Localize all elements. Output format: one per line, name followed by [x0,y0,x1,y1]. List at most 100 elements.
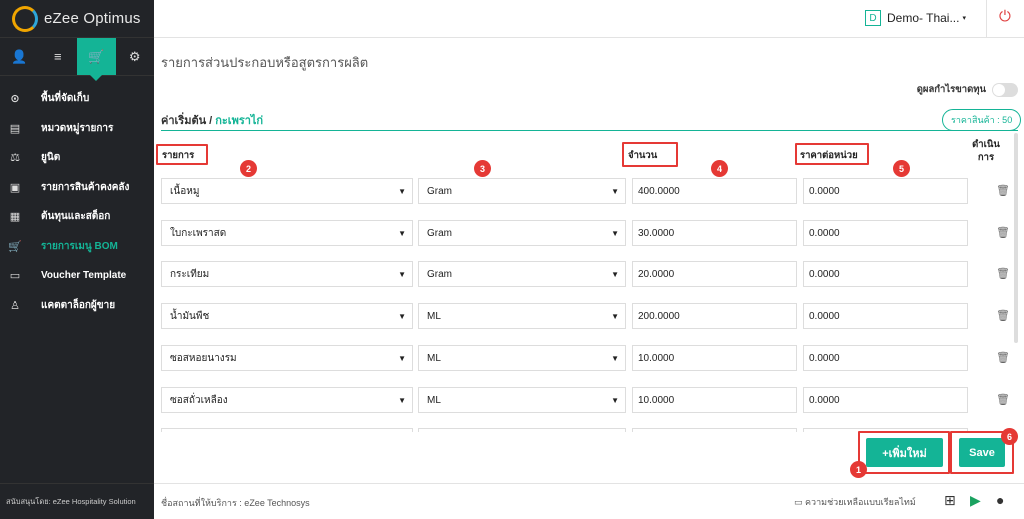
property-badge: D [865,10,881,26]
item-select[interactable] [161,428,413,432]
logo[interactable]: eZee Optimus [0,0,154,38]
item-value: เนื้อหมู [170,185,200,197]
column-header-action: ดำเนิน การ [972,139,1000,163]
qty-input[interactable]: 10.0000 [632,387,797,413]
sidebar-item-storage-area[interactable]: ⊙ พื้นที่จัดเก็บ [0,84,154,114]
unit-select[interactable]: ML ▼ [418,387,626,413]
trash-icon[interactable]: 🗑 [996,267,1010,280]
profit-loss-toggle[interactable] [992,82,1018,97]
add-new-button[interactable]: +เพิ่มใหม่ [866,438,943,467]
sidebar-item-inventory[interactable]: ▣ รายการสินค้าคงคลัง [0,173,154,203]
unit-price-input[interactable]: 0.0000 [803,387,968,413]
sidebar-item-voucher-template[interactable]: ▭ Voucher Template [0,261,154,291]
trash-icon[interactable]: 🗑 [996,351,1010,364]
caret-down-icon: ▼ [611,269,619,279]
sidebar-item-cost-stock[interactable]: ▦ ต้นทุนและสต็อก [0,202,154,232]
item-value: กระเทียม [170,268,210,280]
trash-icon[interactable]: 🗑 [996,309,1010,322]
property-selector[interactable]: D Demo- Thai... ▾ [865,10,966,26]
ingredient-table: เนื้อหมู ▼ Gram ▼ 400.0000 0.0000 🗑 ใบกะเพ… [154,172,1014,432]
trash-icon[interactable]: 🗑 [996,226,1010,239]
unit-select[interactable]: Gram ▼ [418,178,626,204]
item-select[interactable]: ใบกะเพราสด ▼ [161,220,413,246]
realtime-help-link[interactable]: ▭ ความช่วยเหลือแบบเรียลไทม์ [794,495,916,509]
sidebar-item-categories[interactable]: ▤ หมวดหมู่รายการ [0,114,154,144]
trash-icon[interactable]: 🗑 [996,393,1010,406]
highlight-unit-price-header [795,143,869,165]
unit-price-input[interactable]: 0.0000 [803,261,968,287]
sidebar-item-label: ยูนิต [41,152,61,164]
unit-select[interactable] [418,428,626,432]
logo-text: eZee Optimus [44,10,141,27]
sidebar-item-label: Voucher Template [41,270,127,282]
item-value: น้ำมันพืช [170,310,210,322]
item-select[interactable]: กระเทียม ▼ [161,261,413,287]
breadcrumb: ค่าเริ่มต้น / กะเพราไก่ [161,111,263,129]
caret-down-icon: ▼ [398,186,406,196]
person-icon: ♙ [10,299,20,312]
item-select[interactable]: ซอสหอยนางรม ▼ [161,345,413,371]
caret-down-icon: ▼ [611,186,619,196]
store-icon: 🛒 [88,48,105,64]
sidebar-item-units[interactable]: ⚖ ยูนิต [0,143,154,173]
item-select[interactable]: เนื้อหมู ▼ [161,178,413,204]
price-badge: ราคาสินค้า : 50 [942,109,1022,131]
sidebar-menu: ⊙ พื้นที่จัดเก็บ ▤ หมวดหมู่รายการ ⚖ ยูนิต ▣… [0,84,154,320]
scrollbar[interactable] [1014,133,1018,343]
power-icon[interactable]: ⏻ [999,8,1011,25]
qty-input[interactable]: 200.0000 [632,303,797,329]
sidebar-item-label: พื้นที่จัดเก็บ [41,93,90,105]
unit-select[interactable]: Gram ▼ [418,220,626,246]
toggle-label: ดูผลกำไรขาดทุน [916,84,986,95]
apple-icon[interactable]: ● [996,492,1004,508]
list-icon: ▤ [9,122,21,135]
breadcrumb-root[interactable]: ค่าเริ่มต้น / [161,115,212,127]
unit-price-input[interactable]: 0.0000 [803,345,968,371]
unit-price-input[interactable]: 0.0000 [803,178,968,204]
windows-icon[interactable]: ⊞ [944,492,956,509]
tab-store[interactable]: 🛒 [77,38,116,81]
gear-icon: ⚙ [128,48,141,64]
caret-down-icon: ▼ [398,228,406,238]
annotation-badge-6: 6 [1001,428,1018,445]
qty-input[interactable] [632,428,797,432]
qty-input[interactable]: 30.0000 [632,220,797,246]
play-store-icon[interactable]: ▶ [970,492,981,509]
sidebar-item-vendor-catalog[interactable]: ♙ แคตตาล็อกผู้ขาย [0,291,154,321]
qty-input[interactable]: 400.0000 [632,178,797,204]
sidebar-footer: สนับสนุนโดย: eZee Hospitality Solution [0,483,154,519]
item-value: ซอสถั่วเหลือง [170,394,228,406]
unit-value: Gram [427,185,452,197]
topbar: D Demo- Thai... ▾ ⏻ [154,0,1024,38]
main-content: รายการส่วนประกอบหรือสูตรการผลิต ดูผลกำไร… [154,38,1024,483]
item-select[interactable]: ซอสถั่วเหลือง ▼ [161,387,413,413]
unit-price-input[interactable]: 0.0000 [803,303,968,329]
qty-input[interactable]: 10.0000 [632,345,797,371]
sidebar: eZee Optimus 👤 ≡ 🛒 ⚙ ⊙ พื้นที่จัดเก็บ ▤ หม… [0,0,154,519]
unit-value: Gram [427,227,452,239]
footer: ชื่อสถานที่ให้บริการ : eZee Technosys ▭ … [154,483,1024,519]
table-row: ซอสถั่วเหลือง ▼ ML ▼ 10.0000 0.0000 🗑 [154,387,1014,413]
tab-user[interactable]: 👤 [0,38,39,75]
trash-icon[interactable]: 🗑 [996,184,1010,197]
caret-down-icon: ▼ [398,353,406,363]
tab-menu[interactable]: ≡ [39,38,78,75]
item-select[interactable]: น้ำมันพืช ▼ [161,303,413,329]
divider [986,0,987,38]
unit-select[interactable]: ML ▼ [418,345,626,371]
unit-select[interactable]: Gram ▼ [418,261,626,287]
tab-settings[interactable]: ⚙ [116,38,155,75]
sidebar-item-label: ต้นทุนและสต็อก [41,211,111,223]
unit-price-input[interactable]: 0.0000 [803,220,968,246]
save-button[interactable]: Save [959,438,1005,467]
sidebar-item-label: รายการสินค้าคงคลัง [41,181,130,193]
annotation-badge-1: 1 [850,461,867,478]
chevron-down-icon: ▾ [962,15,966,22]
sidebar-item-bom[interactable]: 🛒 รายการเมนู BOM [0,232,154,262]
unit-value: Gram [427,268,452,280]
scale-icon: ⚖ [10,152,20,165]
voucher-icon: ▭ [9,270,21,283]
unit-value: ML [427,310,441,322]
unit-select[interactable]: ML ▼ [418,303,626,329]
qty-input[interactable]: 20.0000 [632,261,797,287]
